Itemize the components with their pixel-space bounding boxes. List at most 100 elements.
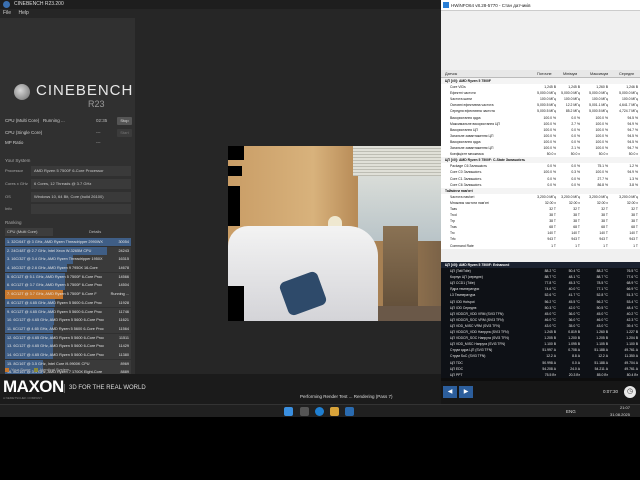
column-sensor[interactable]: Датчик — [445, 70, 457, 78]
ranking-score: 11621 — [118, 318, 129, 323]
ranking-label: 11. 6C/12T @ 4.65 GHz, AMD Ryzen 5 5600 … — [7, 326, 104, 331]
cinebench-logo-version: R23 — [88, 99, 105, 109]
sensor-row[interactable]: ЦП PPT 75.5 Вт 20.3 Вт 85.0 Вт 80.4 Вт — [441, 371, 640, 378]
ranking-item[interactable]: 4. 16C/32T @ 2.6 GHz, AMD Ryzen 9 7950X … — [5, 264, 131, 273]
column-avg[interactable]: Середнє — [619, 70, 634, 78]
scene-blinds — [353, 146, 441, 176]
maxon-tagline: 3D FOR THE REAL WORLD — [64, 384, 146, 393]
hwinfo-sensor-table: ЦП [#0]: AMD Ryzen 5 7500F Core VIDs 1,245… — [441, 78, 640, 249]
cinebench-title: CINEBENCH R23.200 — [14, 1, 64, 7]
hwinfo-statusbar: ◀ ▶ 0:07:30 ◷ — [441, 381, 640, 404]
ranking-item[interactable]: 5. 6C/12T @ 5.1 GHz, AMD Ryzen 5 7500F 6… — [5, 272, 131, 282]
ranking-label: 3. 16C/32T @ 3.4 GHz, AMD Ryzen Threadri… — [7, 257, 103, 262]
cinebench-logo-text: CINEBENCH — [36, 82, 134, 99]
ranking-score: 11511 — [119, 335, 129, 340]
ranking-item[interactable]: 9. 6C/12T @ 4.65 GHz, AMD Ryzen 5 5600 6… — [5, 307, 131, 316]
hwinfo-title: HWiNFO64 v8.28-5770 - Стан датчиків — [451, 3, 531, 8]
identical-system-swatch — [34, 367, 38, 372]
maxon-logo: MAXON — [3, 377, 64, 396]
ranking-item[interactable]: 11. 6C/12T @ 4.65 GHz, AMD Ryzen 5 5600 … — [5, 324, 131, 334]
sensor-value: 1 T — [575, 243, 580, 248]
ranking-score: 11928 — [118, 300, 129, 305]
ranking-item[interactable]: 14. 6C/12T @ 4.65 GHz, AMD Ryzen 5 5600 … — [5, 350, 131, 360]
ranking-label: 15. 8C/16T @ 3.5 GHz, Intel Core i9-9900… — [7, 361, 90, 366]
start-icon[interactable] — [284, 407, 293, 416]
render-status-text: Performing Render Test ... Rendering (Pa… — [300, 394, 393, 399]
ranking-label: 9. 6C/12T @ 4.65 GHz, AMD Ryzen 5 5600 6… — [7, 309, 102, 314]
nav-right-icon[interactable]: ▶ — [459, 386, 473, 398]
test-time: --- — [96, 130, 101, 135]
sensor-value: 80.4 Вт — [626, 372, 638, 377]
test-time: 02:35 — [96, 118, 108, 123]
ranking-score: 14566 — [118, 274, 129, 279]
ranking-score: 24243 — [118, 248, 129, 253]
stop-button[interactable]: Stop — [117, 117, 132, 125]
ranking-item[interactable]: 2. 24C/48T @ 2.7 GHz, Intel Xeon W-3265M… — [5, 246, 131, 256]
start-button[interactable]: Start — [117, 129, 132, 137]
test-row-mp-ratio: MP Ratio --- — [5, 138, 129, 148]
cinebench-window: CINEBENCH R23.200 File Help CINEBENCH R2… — [0, 0, 441, 404]
ranking-score: 30054 — [118, 240, 129, 244]
menu-file[interactable]: File — [3, 10, 11, 16]
hwinfo-clock-button[interactable]: ◷ — [624, 386, 636, 398]
test-label: CPU (Multi Core) Running ... — [5, 118, 65, 123]
ranking-label: 8. 6C/12T @ 4.65 GHz, AMD Ryzen 5 5600 6… — [7, 300, 102, 305]
ranking-label: 12. 6C/12T @ 4.65 GHz, AMD Ryzen 5 5600 … — [7, 335, 105, 340]
ranking-item[interactable]: 12. 6C/12T @ 4.65 GHz, AMD Ryzen 5 5600 … — [5, 333, 131, 342]
ranking-item[interactable]: 13. 6C/12T @ 4.65 GHz, AMD Ryzen 5 5600 … — [5, 342, 131, 351]
sensor-value: 20.3 Вт — [568, 372, 580, 377]
system-row-processor: Processor AMD Ryzen 5 7500F 6-Core Proce… — [5, 166, 131, 176]
cinebench-titlebar[interactable]: CINEBENCH R23.200 — [0, 0, 441, 9]
ranking-score: 11746 — [118, 309, 129, 314]
sensor-name: Command Rate — [450, 243, 474, 248]
ranking-label: 4. 16C/32T @ 2.6 GHz, AMD Ryzen 9 7950X … — [7, 266, 98, 271]
desktop: CINEBENCH R23.200 File Help CINEBENCH R2… — [0, 0, 640, 404]
language-indicator[interactable]: ENG — [566, 407, 576, 416]
ranking-item[interactable]: 7. 6C/12T @ 3.7 GHz, AMD Ryzen 5 7500F 6… — [5, 290, 131, 299]
hwinfo-app-icon — [443, 2, 449, 8]
ranking-item[interactable]: 3. 16C/32T @ 3.4 GHz, AMD Ryzen Threadri… — [5, 255, 131, 264]
sensor-row[interactable]: Command Rate 1 T 1 T 1 T 1 T — [441, 242, 640, 249]
nav-left-icon[interactable]: ◀ — [443, 386, 457, 398]
ranking-label: 2. 24C/48T @ 2.7 GHz, Intel Xeon W-3265M… — [7, 248, 92, 253]
hwinfo-taskbar-icon[interactable] — [345, 407, 354, 416]
hwinfo-titlebar[interactable]: HWiNFO64 v8.28-5770 - Стан датчиків — [441, 0, 640, 11]
system-header: Your System — [5, 158, 31, 163]
ranking-item[interactable]: 10. 6C/12T @ 4.65 GHz, AMD Ryzen 5 5600 … — [5, 316, 131, 325]
ranking-item[interactable]: 1. 32C/64T @ 3 GHz, AMD Ryzen Threadripp… — [5, 238, 131, 247]
render-image — [228, 146, 441, 321]
menu-help[interactable]: Help — [18, 10, 28, 16]
ranking-details-button[interactable]: Details — [89, 228, 101, 236]
sensor-value: 1 T — [603, 243, 608, 248]
column-max[interactable]: Максимум — [590, 70, 608, 78]
hwinfo-elapsed-time: 0:07:30 — [603, 389, 619, 394]
search-icon[interactable] — [300, 407, 309, 416]
system-row-info: Info — [5, 204, 131, 214]
system-row-os: OS Windows 10, 64 Bit, Core (build 26100… — [5, 192, 131, 202]
edge-icon[interactable] — [315, 407, 324, 416]
ranking-label: 13. 6C/12T @ 4.65 GHz, AMD Ryzen 5 5600 … — [7, 344, 105, 349]
black-background — [0, 417, 640, 480]
ranking-score: 11564 — [118, 326, 129, 331]
ranking-score: 8969 — [120, 361, 129, 366]
ranking-header: Ranking — [5, 220, 22, 225]
ranking-label: 10. 6C/12T @ 4.65 GHz, AMD Ryzen 5 5600 … — [7, 318, 105, 323]
ranking-select[interactable]: CPU (Multi Core) — [5, 228, 53, 236]
ranking-score: 11380 — [118, 352, 129, 357]
ranking-label: 1. 32C/64T @ 3 GHz, AMD Ryzen Threadripp… — [7, 240, 103, 244]
ranking-score: 16315 — [118, 257, 129, 262]
hwinfo-column-headers: Датчик Поточне Мінімум Максимум Середнє — [441, 70, 640, 78]
ranking-legend: Your Score Identical System — [5, 367, 69, 372]
sensor-value: 1 T — [551, 243, 556, 248]
cinebench-menubar: File Help — [0, 9, 441, 18]
render-pending-tiles — [228, 146, 244, 321]
cinebench-app-icon — [3, 1, 10, 8]
column-min[interactable]: Мінімум — [563, 70, 577, 78]
ranking-item[interactable]: 6. 6C/12T @ 3.7 GHz, AMD Ryzen 5 7500F 6… — [5, 281, 131, 290]
ranking-item[interactable]: 8. 6C/12T @ 4.65 GHz, AMD Ryzen 5 5600 6… — [5, 298, 131, 308]
ranking-label: 14. 6C/12T @ 4.65 GHz, AMD Ryzen 5 5600 … — [7, 352, 105, 357]
explorer-icon[interactable] — [330, 407, 339, 416]
maxon-subtitle: A NEMETSCHEK COMPANY — [3, 396, 43, 400]
test-time: --- — [96, 140, 101, 145]
column-current[interactable]: Поточне — [537, 70, 552, 78]
